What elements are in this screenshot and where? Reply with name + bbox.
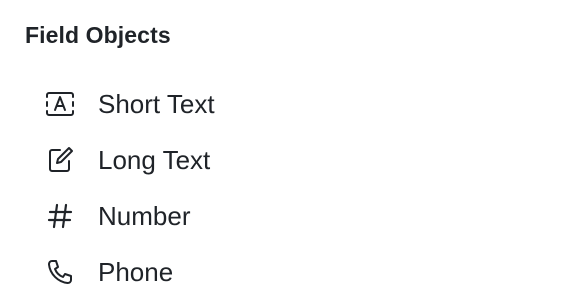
section-title: Field Objects [25,22,171,48]
field-objects-panel: Field Objects Short Text Long Text Numbe… [0,0,574,304]
field-object-label: Short Text [98,89,215,119]
field-object-number[interactable]: Number [0,188,574,244]
field-object-short-text[interactable]: Short Text [0,76,574,132]
field-object-label: Number [98,201,191,231]
field-object-label: Long Text [98,145,211,175]
field-object-long-text[interactable]: Long Text [0,132,574,188]
field-object-phone[interactable]: Phone [0,244,574,300]
phone-icon [43,255,77,289]
long-text-icon [43,143,77,177]
short-text-icon [43,87,77,121]
number-icon [43,199,77,233]
field-object-list: Short Text Long Text Number Phone [0,76,574,300]
field-object-label: Phone [98,257,174,287]
